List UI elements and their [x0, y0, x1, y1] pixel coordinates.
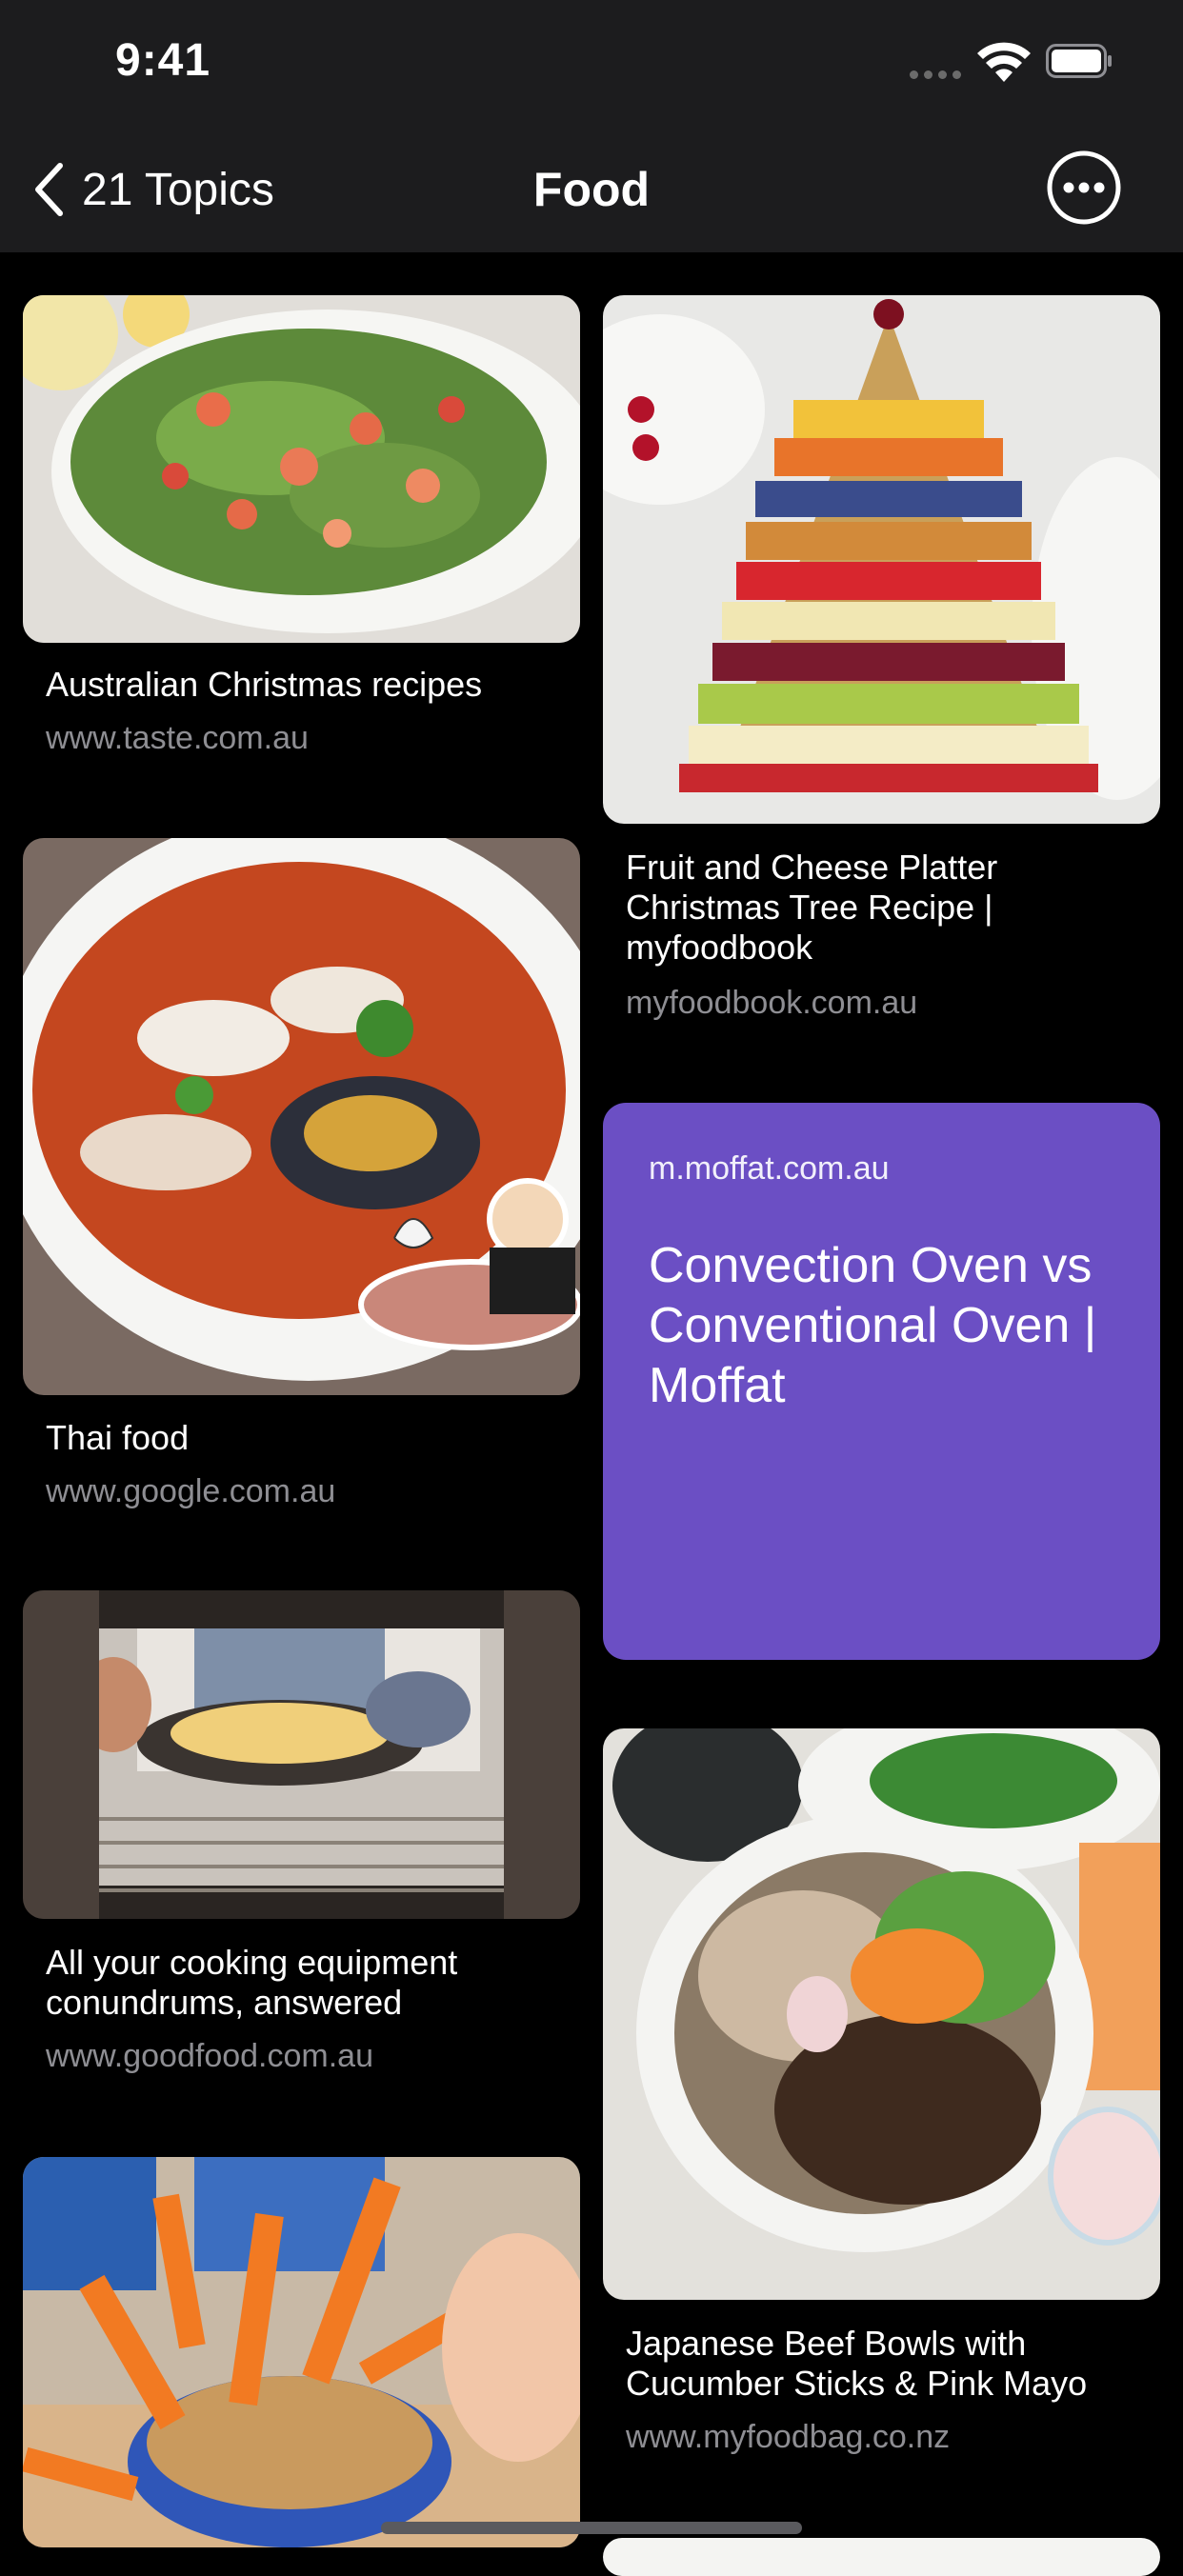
card-image-carrots[interactable]: [23, 2157, 580, 2547]
card-source-url: www.google.com.au: [46, 1473, 336, 1509]
battery-icon: [1046, 44, 1112, 78]
more-options-icon[interactable]: [1046, 150, 1122, 226]
card-source-url: www.taste.com.au: [46, 720, 309, 756]
card-title[interactable]: All your cooking equipment conundrums, a…: [46, 1943, 560, 2023]
card-image-beef-bowl[interactable]: [603, 1728, 1160, 2300]
text-card-moffat[interactable]: m.moffat.com.au Convection Oven vs Conve…: [603, 1103, 1160, 1660]
card-image-oven[interactable]: [23, 1590, 580, 1919]
card-image-salad[interactable]: [23, 295, 580, 643]
card-source-url: myfoodbook.com.au: [626, 985, 918, 1021]
card-image-thai-soup[interactable]: [23, 838, 580, 1395]
card-headline: Convection Oven vs Conventional Oven | M…: [649, 1238, 1097, 1413]
page-title: Food: [532, 163, 651, 216]
card-title[interactable]: Thai food: [46, 1418, 560, 1458]
home-indicator[interactable]: [381, 2522, 802, 2534]
wifi-icon: [977, 42, 1031, 82]
card-title[interactable]: Japanese Beef Bowls with Cucumber Sticks…: [626, 2324, 1159, 2404]
card-source-url: m.moffat.com.au: [649, 1150, 890, 1187]
card-title[interactable]: Fruit and Cheese Platter Christmas Tree …: [626, 848, 1140, 968]
navigation-bar: 21 Topics Food: [0, 124, 1183, 252]
card-source-url: www.goodfood.com.au: [46, 2038, 373, 2074]
status-time: 9:41: [115, 35, 211, 86]
status-bar: 9:41: [0, 0, 1183, 124]
card-image-fruit-tree[interactable]: [603, 295, 1160, 824]
card-image-next[interactable]: [603, 2538, 1160, 2576]
cellular-signal-icon: [910, 70, 961, 79]
card-title[interactable]: Australian Christmas recipes: [46, 665, 560, 705]
card-source-url: www.myfoodbag.co.nz: [626, 2419, 951, 2455]
